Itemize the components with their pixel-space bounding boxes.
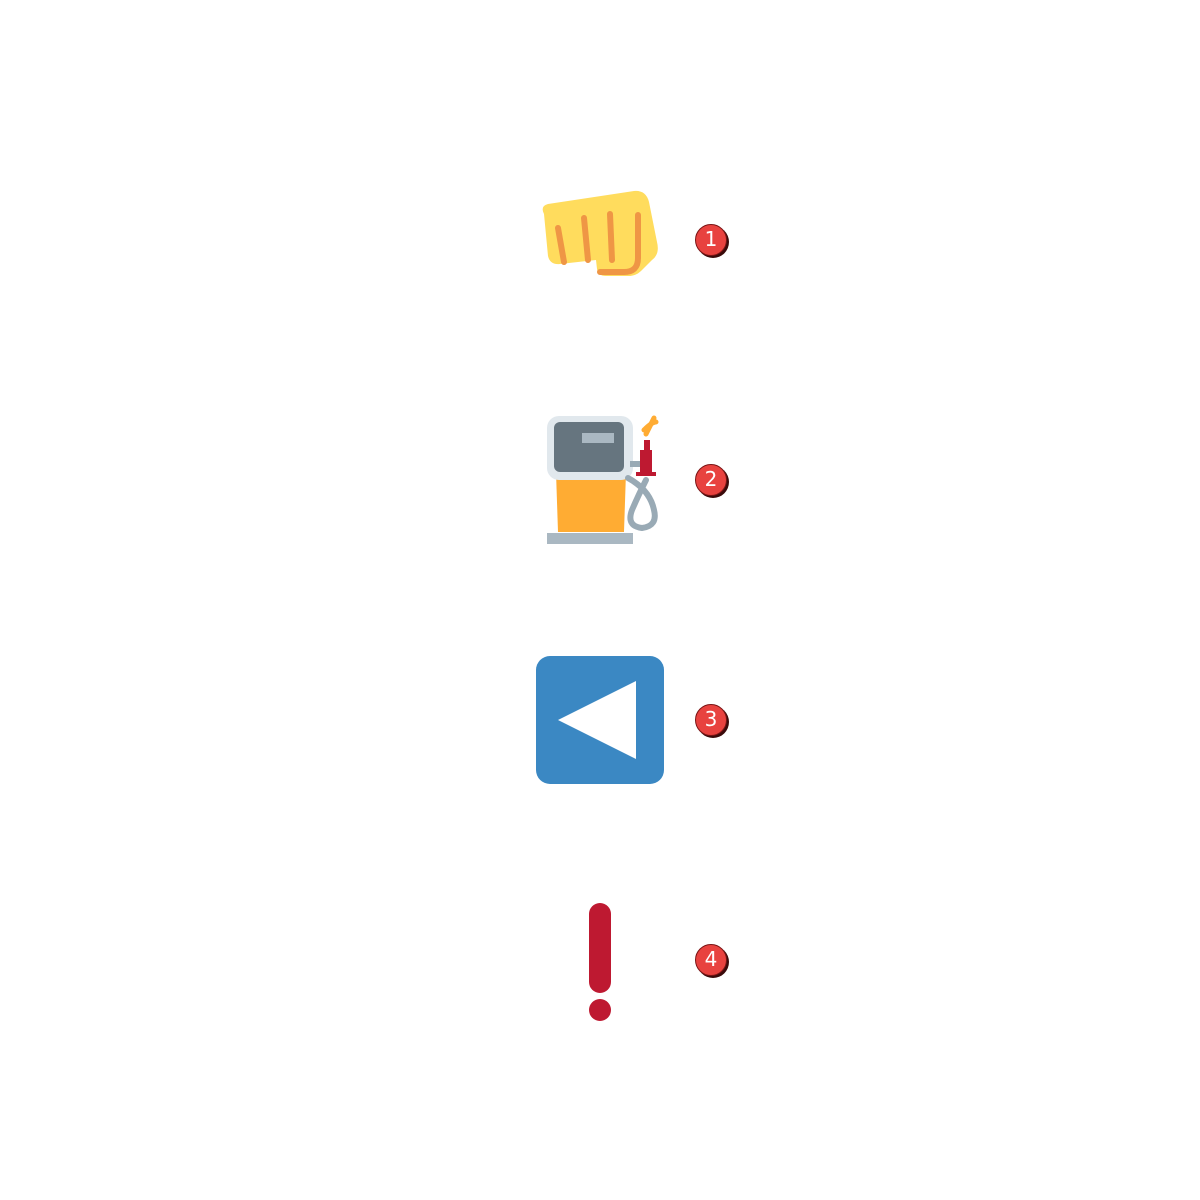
item-number-badge: 4 [695,944,727,976]
item-number-badge: 1 [695,224,727,256]
item-number-badge: 3 [695,704,727,736]
fuel-pump-icon [530,410,670,550]
oncoming-fist-icon [530,170,670,310]
emoji-row-2: 2 [0,410,1200,550]
item-number-badge: 2 [695,464,727,496]
reverse-button-icon [530,650,670,790]
emoji-row-4: 4 [0,890,1200,1030]
emoji-row-3: 3 [0,650,1200,790]
emoji-row-1: 1 [0,170,1200,310]
exclamation-mark-icon [530,890,670,1030]
emoji-grid: 1 2 3 4 [0,0,1200,1200]
